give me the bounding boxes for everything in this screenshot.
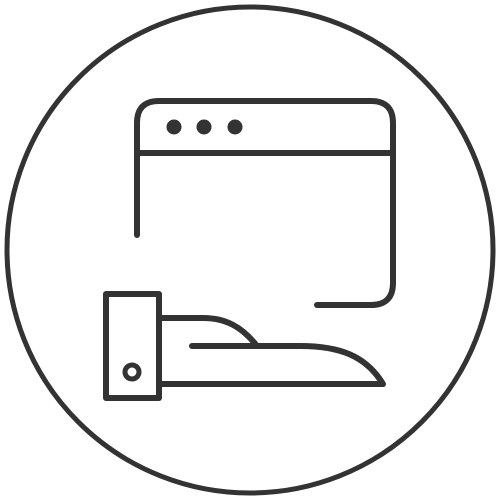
palm-icon xyxy=(156,343,386,387)
thumb-icon xyxy=(156,315,260,349)
browser-dot-icon xyxy=(196,119,212,135)
icon-canvas xyxy=(0,0,500,500)
browser-dot-icon xyxy=(227,119,243,135)
outer-circle-icon xyxy=(4,4,496,496)
open-hand-icon xyxy=(156,315,386,387)
cuff-rectangle-icon xyxy=(103,291,162,401)
browser-window-icon xyxy=(134,98,396,308)
cuff-button-icon xyxy=(122,362,142,382)
web-hosting-hand-browser-icon xyxy=(4,4,496,496)
browser-dot-icon xyxy=(166,119,182,135)
hand-cuff-icon xyxy=(103,291,162,401)
